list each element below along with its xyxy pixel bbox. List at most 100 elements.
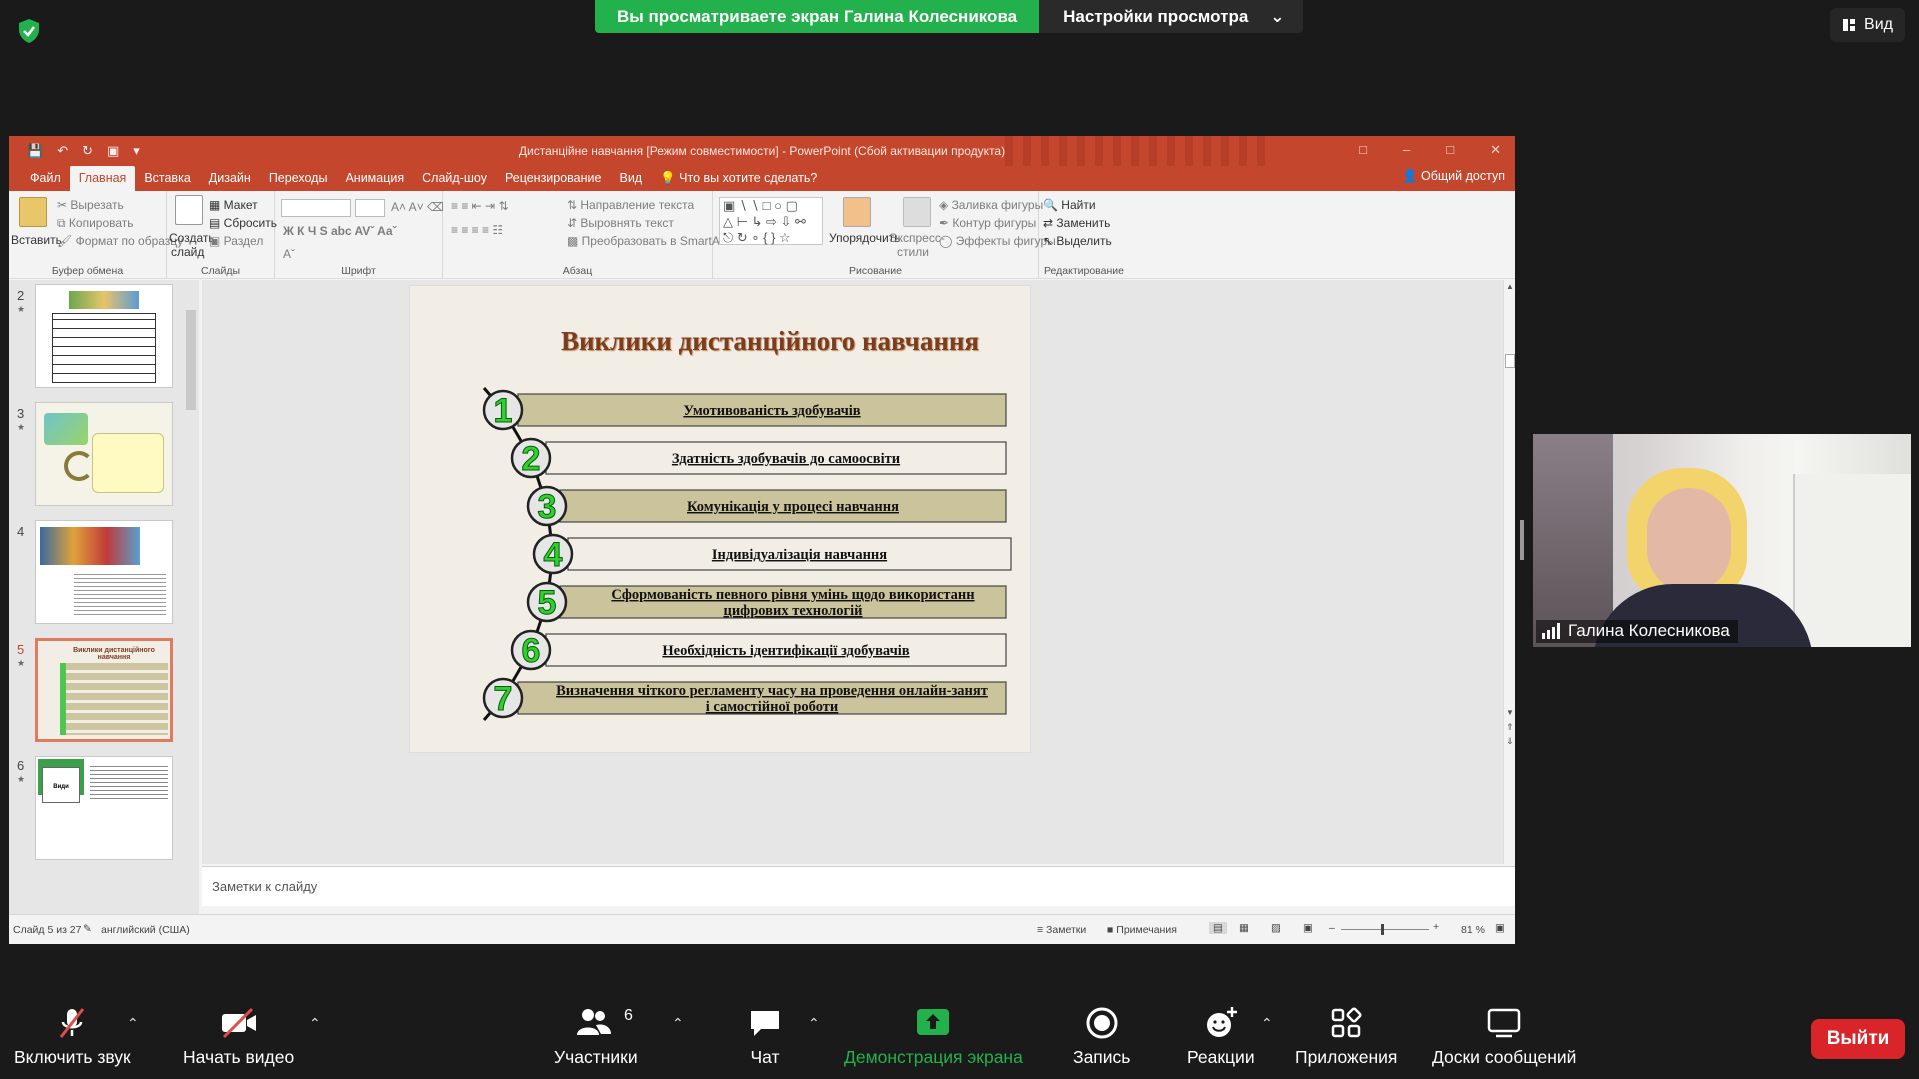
font-name-field[interactable] <box>281 199 351 217</box>
ribbon-display-icon[interactable]: □ <box>1359 142 1367 158</box>
drawing-label: Рисование <box>849 265 902 277</box>
maximize-icon[interactable]: □ <box>1446 142 1454 158</box>
tab-insert[interactable]: Вставка <box>135 166 199 191</box>
current-slide[interactable]: Виклики дистанційного навчання Умотивова… <box>409 285 1031 753</box>
find-button[interactable]: Найти <box>1061 198 1095 212</box>
chat-button[interactable]: Чат <box>747 1005 783 1068</box>
tab-file[interactable]: Файл <box>21 166 70 191</box>
zoom-slider-thumb[interactable] <box>1381 924 1384 935</box>
view-options-button[interactable]: Настройки просмотра ⌄ <box>1039 0 1303 33</box>
notes-pane[interactable]: Заметки к слайду <box>202 866 1515 906</box>
font-size-grow-icon[interactable]: A˄ A˅ ⌫ <box>391 200 444 214</box>
new-slide-label-2[interactable]: слайд <box>171 245 204 259</box>
record-button[interactable]: Запись <box>1073 1005 1130 1068</box>
apps-button[interactable]: Приложения <box>1295 1005 1397 1068</box>
shape-fill-button[interactable]: Заливка фигуры <box>952 198 1044 212</box>
quick-styles-label-2[interactable]: стили <box>897 245 929 259</box>
fit-to-window-icon[interactable]: ▣ <box>1495 922 1505 934</box>
comments-toggle[interactable]: ■ Примечания <box>1107 924 1177 936</box>
text-direction-button[interactable]: Направление текста <box>580 198 694 212</box>
tab-design[interactable]: Дизайн <box>200 166 260 191</box>
editor-scrollbar[interactable]: ▲ ▼ ⇑ ⇓ <box>1503 280 1515 864</box>
security-shield-icon[interactable] <box>14 16 44 46</box>
tab-animations[interactable]: Анимация <box>336 166 413 191</box>
slide-thumbnail-3[interactable] <box>35 402 173 506</box>
language-indicator[interactable]: английский (США) <box>101 924 190 936</box>
previous-slide-icon[interactable]: ⇑ <box>1506 722 1514 733</box>
scroll-down-icon[interactable]: ▼ <box>1506 708 1514 717</box>
slide-thumbnail-4[interactable] <box>35 520 173 624</box>
font-size-field[interactable] <box>355 199 385 217</box>
clipboard-label: Буфер обмена <box>51 265 124 277</box>
thumbnail-6-title: Види <box>42 767 80 803</box>
thumbnails-scroll-thumb[interactable] <box>186 310 196 410</box>
arrange-icon[interactable] <box>843 197 871 227</box>
chat-options-caret[interactable]: ⌃ <box>808 1015 820 1032</box>
participants-options-caret[interactable]: ⌃ <box>672 1015 684 1032</box>
reactions-button[interactable]: Реакции <box>1187 1005 1255 1068</box>
zoom-out-icon[interactable]: – <box>1329 922 1335 934</box>
slide-thumbnail-2[interactable] <box>35 284 173 388</box>
next-slide-icon[interactable]: ⇓ <box>1506 736 1514 747</box>
font-style-buttons[interactable]: Ж К Ч S abc AVˇ Aaˇ <box>283 224 397 238</box>
slide-thumbnails-pane: 2 ★ 3 ★ 4 5 ★ Виклики дистанційного навч… <box>9 280 199 918</box>
unmute-button[interactable]: Включить звук <box>14 1005 131 1068</box>
tab-view[interactable]: Вид <box>610 166 651 191</box>
reset-button[interactable]: Сбросить <box>224 216 277 230</box>
start-video-button[interactable]: Начать видео <box>183 1005 294 1068</box>
normal-view-icon[interactable]: ▤ <box>1209 922 1227 934</box>
new-slide-icon[interactable] <box>175 195 203 225</box>
paste-button[interactable]: Вставить <box>11 233 62 247</box>
align-text-button[interactable]: Выровнять текст <box>580 216 673 230</box>
spellcheck-icon[interactable]: ✎ <box>83 923 92 935</box>
participant-video[interactable]: Галина Колесникова <box>1533 434 1911 647</box>
reactions-options-caret[interactable]: ⌃ <box>1261 1015 1273 1032</box>
list-buttons-icon[interactable]: ≡ ≡ ⇤ ⇥ ⇅ <box>451 199 509 213</box>
share-screen-button[interactable]: Демонстрация экрана <box>844 1005 1023 1068</box>
view-button[interactable]: Вид <box>1830 8 1905 42</box>
section-button[interactable]: Раздел <box>224 234 264 248</box>
copy-button[interactable]: Копировать <box>69 216 134 230</box>
slide-thumbnail-5[interactable]: Виклики дистанційного навчання <box>35 638 173 742</box>
thumbnails-scrollbar[interactable] <box>185 280 197 918</box>
tab-slideshow[interactable]: Слайд-шоу <box>413 166 496 191</box>
panel-resize-handle[interactable] <box>1520 520 1524 560</box>
layout-button[interactable]: Макет <box>224 198 258 212</box>
tell-me-text: Что вы хотите сделать? <box>679 171 818 185</box>
align-buttons-icon[interactable]: ≡ ≡ ≡ ≡ ☷ <box>451 223 503 237</box>
reading-view-icon[interactable]: ▨ <box>1271 922 1281 934</box>
editor-scroll-thumb[interactable] <box>1505 354 1515 368</box>
zoom-slider[interactable] <box>1341 924 1429 935</box>
cut-button[interactable]: Вырезать <box>70 198 123 212</box>
share-access-button[interactable]: 👤 Общий доступ <box>1402 169 1505 184</box>
whiteboards-button[interactable]: Доски сообщений <box>1432 1005 1576 1068</box>
notes-toggle[interactable]: ≡ Заметки <box>1037 924 1086 936</box>
shape-outline-button[interactable]: Контур фигуры <box>952 216 1036 230</box>
audio-options-caret[interactable]: ⌃ <box>127 1015 139 1032</box>
video-options-caret[interactable]: ⌃ <box>309 1015 321 1032</box>
slide-sorter-icon[interactable]: ▦ <box>1239 922 1249 934</box>
quick-styles-label-1[interactable]: Экспресс- <box>889 231 945 245</box>
select-button[interactable]: Выделить <box>1056 234 1111 248</box>
slideshow-view-icon[interactable]: ▣ <box>1303 922 1313 934</box>
slide-thumbnail-6[interactable]: Види <box>35 756 173 860</box>
new-slide-label-1[interactable]: Создать <box>169 231 215 245</box>
zoom-in-icon[interactable]: + <box>1433 921 1439 933</box>
shapes-gallery[interactable]: ▣ ∖ ∖ □ ○ ▢ △ ⊢ ↳ ⇨ ⇩ ⚯ ⎋ ↻ ∘ { } ☆ <box>719 197 823 245</box>
chat-label: Чат <box>750 1047 780 1067</box>
tab-review[interactable]: Рецензирование <box>496 166 611 191</box>
leave-button[interactable]: Выйти <box>1811 1019 1905 1059</box>
participants-button[interactable]: 6 Участники <box>554 1005 638 1068</box>
tell-me-box[interactable]: 💡 Что вы хотите сделать? <box>651 166 826 191</box>
quick-styles-icon[interactable] <box>903 197 931 227</box>
smartart-button[interactable]: Преобразовать в SmartArt <box>582 234 728 248</box>
zoom-level[interactable]: 81 % <box>1461 924 1485 936</box>
scroll-up-icon[interactable]: ▲ <box>1506 282 1514 291</box>
close-icon[interactable]: ✕ <box>1490 142 1501 158</box>
paste-icon[interactable] <box>19 197 47 227</box>
replace-button[interactable]: Заменить <box>1056 216 1110 230</box>
tab-transitions[interactable]: Переходы <box>260 166 337 191</box>
tab-home[interactable]: Главная <box>69 166 136 191</box>
font-color-icon[interactable]: Aˇ <box>283 247 295 261</box>
minimize-icon[interactable]: – <box>1403 142 1410 158</box>
